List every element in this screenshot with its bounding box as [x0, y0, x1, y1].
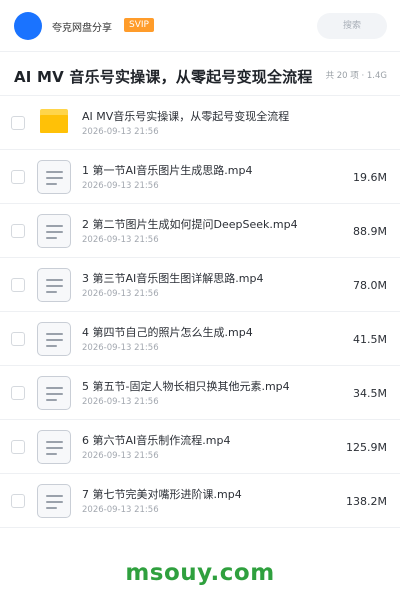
list-item[interactable]: 6 第六节AI音乐制作流程.mp4 2026-09-13 21:56 125.9…	[0, 420, 400, 474]
folder-icon	[40, 109, 68, 133]
item-name: 5 第五节-固定人物长相只换其他元素.mp4	[82, 380, 290, 393]
select-checkbox[interactable]	[11, 116, 25, 130]
file-icon	[37, 160, 71, 194]
avatar[interactable]	[14, 12, 42, 40]
item-name: 2 第二节图片生成如何提问DeepSeek.mp4	[82, 218, 298, 231]
list-item[interactable]: 4 第四节自己的照片怎么生成.mp4 2026-09-13 21:56 41.5…	[0, 312, 400, 366]
item-date: 2026-09-13 21:56	[82, 235, 159, 245]
file-list: AI MV音乐号实操课，从零起号变现全流程 2026-09-13 21:56 1…	[0, 96, 400, 528]
title-bar: AI MV 音乐号实操课，从零起号变现全流程 共 20 项 · 1.4G	[0, 52, 400, 96]
item-date: 2026-09-13 21:56	[82, 505, 159, 515]
list-item[interactable]: 1 第一节AI音乐图片生成思路.mp4 2026-09-13 21:56 19.…	[0, 150, 400, 204]
list-item[interactable]: 7 第七节完美对嘴形进阶课.mp4 2026-09-13 21:56 138.2…	[0, 474, 400, 528]
file-icon	[37, 376, 71, 410]
select-checkbox[interactable]	[11, 170, 25, 184]
item-date: 2026-09-13 21:56	[82, 343, 159, 353]
page-title: AI MV 音乐号实操课，从零起号变现全流程	[14, 68, 313, 86]
svip-badge[interactable]: SVIP	[124, 18, 154, 32]
list-item[interactable]: 3 第三节AI音乐图生图详解思路.mp4 2026-09-13 21:56 78…	[0, 258, 400, 312]
item-name: AI MV音乐号实操课，从零起号变现全流程	[82, 110, 290, 123]
item-size: 19.6M	[353, 171, 387, 184]
item-name: 7 第七节完美对嘴形进阶课.mp4	[82, 488, 242, 501]
item-size: 78.0M	[353, 279, 387, 292]
file-icon	[37, 322, 71, 356]
item-size: 125.9M	[346, 441, 387, 454]
list-item-folder[interactable]: AI MV音乐号实操课，从零起号变现全流程 2026-09-13 21:56	[0, 96, 400, 150]
item-name: 1 第一节AI音乐图片生成思路.mp4	[82, 164, 253, 177]
file-icon	[37, 214, 71, 248]
item-size: 41.5M	[353, 333, 387, 346]
file-icon	[37, 268, 71, 302]
item-size: 138.2M	[346, 495, 387, 508]
item-name: 6 第六节AI音乐制作流程.mp4	[82, 434, 231, 447]
watermark-text: msouy.com	[125, 560, 275, 586]
item-name: 3 第三节AI音乐图生图详解思路.mp4	[82, 272, 264, 285]
item-count: 共 20 项 · 1.4G	[325, 71, 387, 81]
item-date: 2026-09-13 21:56	[82, 451, 159, 461]
item-date: 2026-09-13 21:56	[82, 289, 159, 299]
file-icon	[37, 484, 71, 518]
item-name: 4 第四节自己的照片怎么生成.mp4	[82, 326, 253, 339]
header: 夸克网盘分享 SVIP 搜索	[0, 0, 400, 52]
search-button[interactable]: 搜索	[317, 13, 387, 39]
select-checkbox[interactable]	[11, 224, 25, 238]
item-size: 34.5M	[353, 387, 387, 400]
item-date: 2026-09-13 21:56	[82, 181, 159, 191]
list-item[interactable]: 5 第五节-固定人物长相只换其他元素.mp4 2026-09-13 21:56 …	[0, 366, 400, 420]
select-checkbox[interactable]	[11, 278, 25, 292]
list-item[interactable]: 2 第二节图片生成如何提问DeepSeek.mp4 2026-09-13 21:…	[0, 204, 400, 258]
file-icon	[37, 430, 71, 464]
select-checkbox[interactable]	[11, 386, 25, 400]
item-date: 2026-09-13 21:56	[82, 397, 159, 407]
select-checkbox[interactable]	[11, 440, 25, 454]
select-checkbox[interactable]	[11, 332, 25, 346]
brand-name: 夸克网盘分享	[52, 23, 112, 34]
item-date: 2026-09-13 21:56	[82, 127, 159, 137]
item-size: 88.9M	[353, 225, 387, 238]
select-checkbox[interactable]	[11, 494, 25, 508]
